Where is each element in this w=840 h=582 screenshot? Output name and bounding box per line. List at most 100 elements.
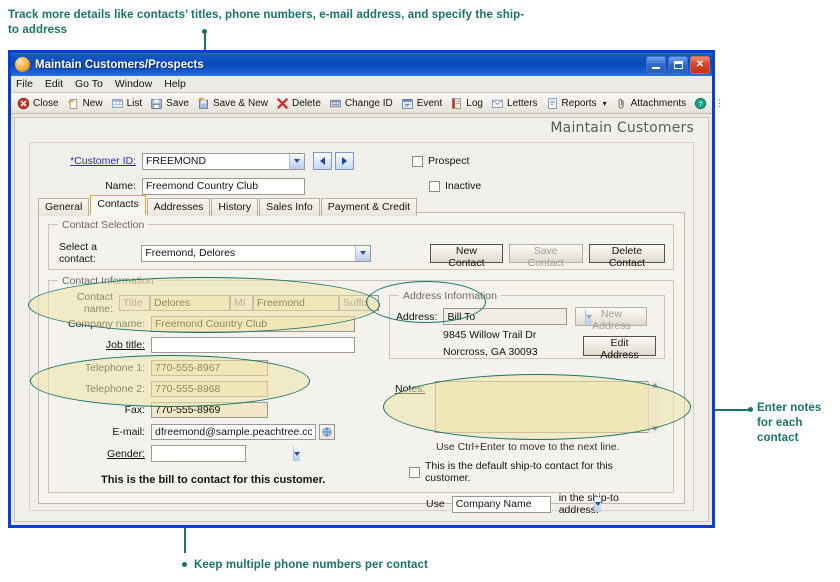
new-contact-button[interactable]: New Contact <box>430 243 503 269</box>
maintain-customers-window: Maintain Customers/Prospects ✕ File Edit… <box>8 50 724 528</box>
fax-input[interactable] <box>151 401 268 418</box>
prospect-checkbox[interactable] <box>412 155 423 167</box>
window-titlebar[interactable]: Maintain Customers/Prospects ✕ <box>11 53 712 76</box>
menu-edit[interactable]: Edit <box>45 78 63 90</box>
page-surface: Maintain Customers *Customer ID: FREEMON… <box>14 117 709 522</box>
notes-hint: Use Ctrl+Enter to move to the next line. <box>436 441 620 453</box>
save-new-icon <box>197 97 208 109</box>
toolbar-label-new: New <box>82 97 103 109</box>
name-label: Name: <box>105 180 136 192</box>
select-contact-input[interactable] <box>142 245 356 261</box>
next-record-button[interactable] <box>335 152 354 170</box>
menu-goto[interactable]: Go To <box>75 78 103 90</box>
toolbar-label-letters: Letters <box>506 97 538 109</box>
address-input[interactable] <box>444 309 586 324</box>
maximize-button[interactable] <box>668 55 688 74</box>
notes-textarea[interactable] <box>435 381 661 433</box>
customer-id-combo[interactable] <box>142 152 305 170</box>
customer-id-dropdown-arrow-icon[interactable] <box>289 153 304 169</box>
toolbar-button-letters[interactable]: Letters <box>489 96 542 111</box>
telephone2-input[interactable] <box>151 380 268 397</box>
toolbar-button-save-and-new[interactable]: Save & New <box>195 96 272 111</box>
help-question-icon[interactable]: ? <box>694 97 707 110</box>
change-id-icon <box>330 99 341 107</box>
contact-first-name-input[interactable] <box>150 294 230 311</box>
callout-bottom: Keep multiple phone numbers per contact <box>194 559 428 571</box>
email-input[interactable] <box>151 423 316 440</box>
tab-general[interactable]: General <box>38 198 90 216</box>
toolbar-label-log: Log <box>466 97 483 109</box>
toolbar-overflow-icon[interactable]: ⋮ <box>715 98 724 109</box>
select-contact-dropdown-arrow-icon[interactable] <box>355 245 371 261</box>
menu-help[interactable]: Help <box>164 78 186 90</box>
job-title-input[interactable] <box>151 336 355 353</box>
toolbar-button-save[interactable]: Save <box>148 96 193 111</box>
contact-last-name-input[interactable] <box>253 294 339 311</box>
scroll-down-icon[interactable] <box>651 426 659 431</box>
gender-input[interactable] <box>152 446 293 461</box>
prospect-label: Prospect <box>428 155 470 167</box>
customer-name-input[interactable] <box>142 177 305 195</box>
scroll-up-icon[interactable] <box>651 383 659 388</box>
customer-id-input[interactable] <box>143 153 289 169</box>
edit-address-button[interactable]: Edit Address <box>583 336 656 361</box>
menu-window[interactable]: Window <box>115 78 152 90</box>
email-launch-button[interactable] <box>319 423 335 440</box>
job-title-label: Job title: <box>105 338 145 351</box>
address-dropdown-arrow-icon[interactable] <box>585 309 593 324</box>
email-label: E-mail: <box>112 425 145 438</box>
ship-to-name-input[interactable] <box>452 496 594 512</box>
address-combo[interactable] <box>443 308 593 325</box>
toolbar-button-change-id[interactable]: Change ID <box>327 96 397 111</box>
telephone1-label: Telephone 1: <box>84 361 145 374</box>
toolbar-label-save-and-new: Save & New <box>212 97 268 109</box>
toolbar-button-event[interactable]: Event <box>399 96 447 111</box>
toolbar-button-list[interactable]: List <box>109 96 147 111</box>
ship-to-name-combo[interactable] <box>451 495 601 513</box>
contact-mi-input[interactable] <box>230 294 253 311</box>
menu-file[interactable]: File <box>16 78 33 90</box>
callout-right: Enter notes for each contact <box>757 402 822 444</box>
ship-to-name-dropdown-arrow-icon[interactable] <box>593 496 601 512</box>
default-ship-to-label: This is the default ship-to contact for … <box>424 460 613 484</box>
toolbar-label-attachments: Attachments <box>630 97 687 109</box>
toolbar-button-delete[interactable]: Delete <box>274 96 325 111</box>
tab-payment-credit[interactable]: Payment & Credit <box>320 198 418 216</box>
contact-title-input[interactable] <box>119 294 150 311</box>
contact-information-title: Contact Information <box>58 275 158 287</box>
contact-selection-group: Contact Selection Select a contact: New … <box>48 219 674 270</box>
company-name-input[interactable] <box>151 315 355 332</box>
callout-top: Track more details like contacts’ titles… <box>8 9 525 36</box>
tab-history[interactable]: History <box>211 198 259 216</box>
contact-suffix-input[interactable] <box>339 294 379 311</box>
toolbar-button-close[interactable]: Close <box>15 96 63 111</box>
select-contact-combo[interactable] <box>141 244 372 262</box>
minimize-button[interactable] <box>646 55 666 74</box>
delete-contact-button[interactable]: Delete Contact <box>588 243 665 269</box>
gender-dropdown-arrow-icon[interactable] <box>293 446 300 461</box>
default-ship-to-row[interactable]: This is the default ship-to contact for … <box>409 460 661 484</box>
reports-dropdown-arrow-icon[interactable]: ▾ <box>603 99 607 108</box>
tab-addresses[interactable]: Addresses <box>146 198 211 216</box>
toolbar-button-new[interactable]: New <box>65 96 107 111</box>
toolbar-button-log[interactable]: Log <box>448 96 487 111</box>
inactive-checkbox[interactable] <box>429 180 440 192</box>
gender-combo[interactable] <box>151 445 300 462</box>
toolbar-button-reports[interactable]: Reports ▾ <box>544 96 611 111</box>
close-button[interactable]: ✕ <box>690 55 710 74</box>
toolbar-button-attachments[interactable]: Attachments <box>613 96 691 111</box>
customer-id-label: *Customer ID: <box>70 155 136 167</box>
save-contact-button: Save Contact <box>508 243 583 269</box>
tab-sales-info[interactable]: Sales Info <box>259 198 320 216</box>
tab-contacts[interactable]: Contacts <box>90 195 146 215</box>
default-ship-to-checkbox[interactable] <box>409 466 420 478</box>
close-icon: ✕ <box>695 59 705 70</box>
previous-record-button[interactable] <box>313 152 332 170</box>
toolbar-label-change-id: Change ID <box>344 97 393 109</box>
notes-scrollbar[interactable] <box>648 381 661 433</box>
inactive-checkbox-row[interactable]: Inactive <box>429 180 481 192</box>
telephone1-input[interactable] <box>151 359 268 376</box>
notes-label: Notes: <box>395 383 426 395</box>
prospect-checkbox-row[interactable]: Prospect <box>412 155 469 167</box>
list-grid-icon <box>111 98 123 108</box>
